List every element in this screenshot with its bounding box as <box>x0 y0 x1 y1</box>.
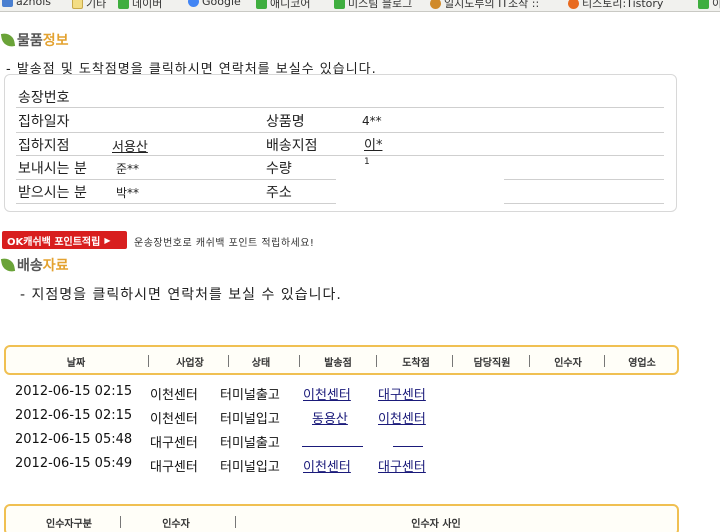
cashbag-text: 운송장번호로 캐쉬백 포인트 적립하세요! <box>134 238 315 249</box>
row-status: 터미널입고 <box>220 412 280 427</box>
blog-icon <box>334 0 345 9</box>
product-value: 4** <box>362 114 382 128</box>
row-from-link[interactable] <box>302 446 363 447</box>
ok-cashbag-button[interactable]: OK캐쉬백 포인트적립 ▶ <box>2 231 127 249</box>
divider <box>16 107 664 108</box>
col-receiver-sign: 인수자 사인 <box>411 519 461 530</box>
pickup-branch-link[interactable]: 서용산 <box>112 136 148 155</box>
row-status: 터미널출고 <box>220 388 280 403</box>
folder-icon <box>72 0 83 9</box>
bookmark-naver[interactable]: 데이버 <box>118 0 162 11</box>
col-receiver: 인수자 <box>554 358 582 369</box>
tistory-icon <box>568 0 579 9</box>
arrow-right-icon: ▶ <box>104 235 111 245</box>
delivery-heading: 배송 자료 <box>0 255 69 275</box>
col-date: 날짜 <box>66 358 86 369</box>
column-separator <box>148 355 149 367</box>
column-separator <box>529 355 530 367</box>
delivery-branch-label: 배송지점 <box>266 138 318 154</box>
bookmark-it[interactable]: 일지도루의 IT조작 :: <box>430 0 539 11</box>
divider <box>16 179 336 180</box>
delivery-branch-link[interactable]: 이* <box>364 134 382 153</box>
col-receiver-type: 인수자구분 <box>46 519 92 530</box>
leaf-icon <box>0 32 16 48</box>
item-info-heading: 물품 정보 <box>0 30 69 50</box>
divider <box>16 155 664 156</box>
row-site: 대구센터 <box>150 460 198 475</box>
column-separator <box>228 355 229 367</box>
row-from-link[interactable]: 동용산 <box>312 408 348 427</box>
row-status: 터미널입고 <box>220 460 280 475</box>
divider <box>16 132 664 133</box>
column-separator <box>604 355 605 367</box>
bookmarks-bar: aznois 기타 데이버 Google 애니코어 미스팀 블로그 일지도루의 … <box>0 0 720 12</box>
pickup-date-label: 집하일자 <box>18 114 70 130</box>
divider <box>504 179 664 180</box>
divider <box>504 203 664 204</box>
bookmark-folder-etc[interactable]: 기타 <box>72 0 106 11</box>
column-separator <box>235 516 236 528</box>
bookmark-anicore[interactable]: 애니코어 <box>256 0 310 11</box>
column-separator <box>299 355 300 367</box>
bookmark-blog[interactable]: 미스팀 블로그 <box>334 0 412 11</box>
col-status: 상태 <box>251 358 271 369</box>
sender-value: 준** <box>116 162 140 176</box>
col-receiver-name: 인수자 <box>162 519 190 530</box>
divider <box>16 203 336 204</box>
row-from-link[interactable]: 이천센터 <box>303 384 351 403</box>
product-label: 상품명 <box>266 114 305 130</box>
column-separator <box>120 516 121 528</box>
row-date: 2012-06-15 05:49 <box>15 456 133 471</box>
site-icon <box>256 0 267 9</box>
col-to: 도착점 <box>402 358 430 369</box>
sender-label: 보내시는 분 <box>18 161 87 177</box>
bookmark-more[interactable]: 이 <box>698 0 720 11</box>
row-status: 터미널출고 <box>220 436 280 451</box>
quantity-value: 1 <box>364 157 370 167</box>
row-site: 대구센터 <box>150 436 198 451</box>
table-row: 2012-06-15 02:15 이천센터 터미널입고 동용산 이천센터 <box>0 406 720 428</box>
row-to-link[interactable]: 대구센터 <box>378 384 426 403</box>
row-to-link[interactable] <box>393 446 423 447</box>
google-icon <box>188 0 199 7</box>
site-icon <box>698 0 709 9</box>
col-from: 발송점 <box>324 358 352 369</box>
row-site: 이천센터 <box>150 412 198 427</box>
row-date: 2012-06-15 05:48 <box>15 432 133 447</box>
receiver-table-header: 인수자구분 인수자 인수자 사인 <box>4 504 679 532</box>
address-label: 주소 <box>266 185 292 201</box>
col-site: 사업장 <box>176 358 204 369</box>
col-office: 영업소 <box>628 358 656 369</box>
row-to-link[interactable]: 대구센터 <box>378 456 426 475</box>
invoice-label: 송장번호 <box>18 90 70 106</box>
table-row: 2012-06-15 05:48 대구센터 터미널출고 <box>0 430 720 452</box>
quantity-label: 수량 <box>266 161 292 177</box>
col-staff: 담당직원 <box>473 358 511 369</box>
bookmark-tistory[interactable]: 티스토리:Tistory <box>568 0 663 11</box>
naver-icon <box>118 0 129 9</box>
column-separator <box>452 355 453 367</box>
delivery-note: - 지점명을 클릭하시면 연락처를 보실 수 있습니다. <box>20 287 342 303</box>
fox-icon <box>430 0 441 9</box>
table-row: 2012-06-15 05:49 대구센터 터미널입고 이천센터 대구센터 <box>0 454 720 476</box>
delivery-table-header: 날짜 사업장 상태 발송점 도착점 담당직원 인수자 영업소 <box>4 345 679 375</box>
leaf-icon <box>0 257 16 273</box>
row-date: 2012-06-15 02:15 <box>15 408 133 423</box>
bookmark-google[interactable]: Google <box>188 0 241 8</box>
bookmark-aznois[interactable]: aznois <box>2 0 51 8</box>
table-row: 2012-06-15 02:15 이천센터 터미널출고 이천센터 대구센터 <box>0 382 720 404</box>
receiver-label: 받으시는 분 <box>18 185 87 201</box>
item-info-box <box>4 74 677 212</box>
receiver-value: 박** <box>116 186 140 200</box>
pickup-branch-label: 집하지점 <box>18 138 70 154</box>
row-from-link[interactable]: 이천센터 <box>303 456 351 475</box>
column-separator <box>376 355 377 367</box>
bookmark-icon <box>2 0 13 7</box>
row-site: 이천센터 <box>150 388 198 403</box>
row-to-link[interactable]: 이천센터 <box>378 408 426 427</box>
row-date: 2012-06-15 02:15 <box>15 384 133 399</box>
